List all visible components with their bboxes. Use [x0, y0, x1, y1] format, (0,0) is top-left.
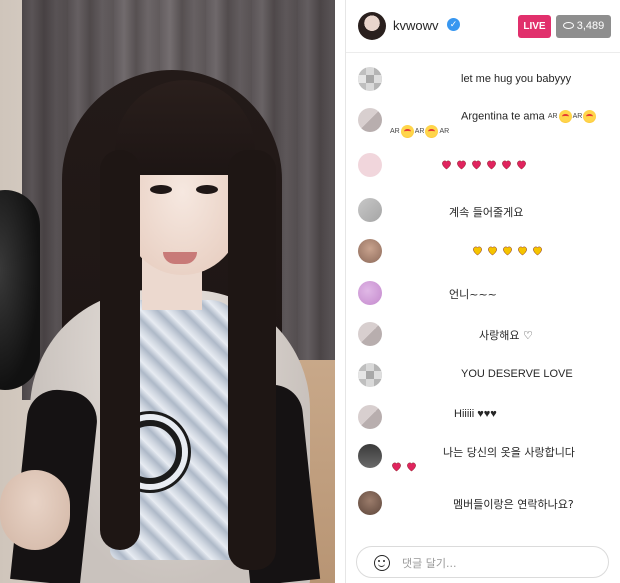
streamer-hair-left	[100, 150, 140, 550]
viewer-count-badge[interactable]: 3,489	[556, 15, 611, 38]
live-header: kvwowv ✓ LIVE 3,489	[346, 0, 620, 53]
heart-icon	[391, 461, 402, 472]
comment-item	[346, 150, 620, 180]
live-video-feed	[0, 0, 335, 583]
heart-icon	[456, 159, 467, 170]
comment-input[interactable]	[402, 555, 592, 571]
eye-icon	[562, 21, 574, 29]
heart-row-red-small	[391, 460, 421, 472]
pane-divider	[335, 0, 345, 583]
commenter-avatar[interactable]	[358, 198, 382, 222]
comment-item: 멤버들이랑은 연락하나요?	[346, 488, 620, 518]
comment-text: Hiiiii ♥♥♥	[454, 408, 497, 420]
heart-icon	[406, 461, 417, 472]
comment-text: Argentina te ama AR AR	[461, 110, 597, 123]
comment-item: Hiiiii ♥♥♥	[346, 402, 620, 432]
heart-row-red	[441, 158, 531, 170]
comment-item: 나는 당신의 옷을 사랑합니다	[346, 440, 620, 476]
comment-item: YOU DESERVE LOVE	[346, 360, 620, 390]
commenter-avatar[interactable]	[358, 444, 382, 468]
heart-icon	[472, 245, 483, 256]
comment-text: let me hug you babyyy	[461, 73, 572, 85]
comment-item: let me hug you babyyy	[346, 64, 620, 94]
heart-icon	[441, 159, 452, 170]
heart-eyes-emoji-icon	[558, 110, 572, 123]
comment-item: 계속 들어줄게요	[346, 195, 620, 225]
verified-check-icon: ✓	[447, 18, 460, 31]
flag-label: AR	[547, 113, 558, 120]
comment-text: YOU DESERVE LOVE	[461, 368, 573, 380]
comment-composer	[346, 540, 620, 583]
flag-label: AR	[390, 128, 400, 135]
commenter-avatar[interactable]	[358, 405, 382, 429]
heart-eyes-emoji-icon	[425, 125, 439, 138]
flag-label: AR	[414, 128, 425, 135]
commenter-avatar[interactable]	[358, 239, 382, 263]
commenter-avatar[interactable]	[358, 363, 382, 387]
streamer-hair-right	[228, 150, 276, 570]
viewer-count: 3,489	[576, 20, 605, 32]
comment-item: 사랑해요 ♡	[346, 319, 620, 349]
commenter-avatar[interactable]	[358, 491, 382, 515]
commenter-avatar[interactable]	[358, 108, 382, 132]
live-comments-panel: kvwowv ✓ LIVE 3,489 let me hug you babyy…	[345, 0, 620, 583]
streamer-eye-right	[196, 185, 218, 194]
heart-row-yellow	[472, 244, 547, 256]
heart-icon	[501, 159, 512, 170]
streamer-username[interactable]: kvwowv	[393, 18, 439, 33]
streamer-eye-left	[150, 185, 172, 194]
heart-eyes-emoji-icon	[400, 125, 414, 138]
heart-icon	[516, 159, 527, 170]
comment-item: Argentina te ama AR AR AR AR AR	[346, 104, 620, 140]
comment-item	[346, 236, 620, 266]
video-chair	[0, 190, 40, 390]
heart-icon	[486, 159, 497, 170]
commenter-avatar[interactable]	[358, 153, 382, 177]
heart-icon	[471, 159, 482, 170]
flag-label: AR	[572, 113, 583, 120]
comment-text: 사랑해요 ♡	[479, 329, 533, 342]
flag-label: AR	[439, 128, 450, 135]
heart-icon	[487, 245, 498, 256]
comment-input-box[interactable]	[356, 546, 609, 578]
comment-text: 멤버들이랑은 연락하나요?	[453, 498, 574, 511]
heart-icon	[502, 245, 513, 256]
commenter-avatar[interactable]	[358, 281, 382, 305]
comment-item: 언니~~~	[346, 278, 620, 308]
comment-text-line2: AR AR AR	[390, 125, 449, 138]
comment-text: 언니~~~	[449, 288, 497, 301]
streamer-hand	[0, 470, 70, 550]
commenter-avatar[interactable]	[358, 322, 382, 346]
heart-icon	[532, 245, 543, 256]
live-badge: LIVE	[518, 15, 551, 38]
commenter-avatar[interactable]	[358, 67, 382, 91]
smiley-icon[interactable]	[374, 555, 390, 571]
comment-text: 계속 들어줄게요	[449, 206, 524, 219]
heart-icon	[517, 245, 528, 256]
streamer-avatar[interactable]	[358, 12, 386, 40]
heart-eyes-emoji-icon	[583, 110, 597, 123]
comment-text: 나는 당신의 옷을 사랑합니다	[443, 446, 575, 459]
comment-text-main: Argentina te ama	[461, 110, 545, 123]
